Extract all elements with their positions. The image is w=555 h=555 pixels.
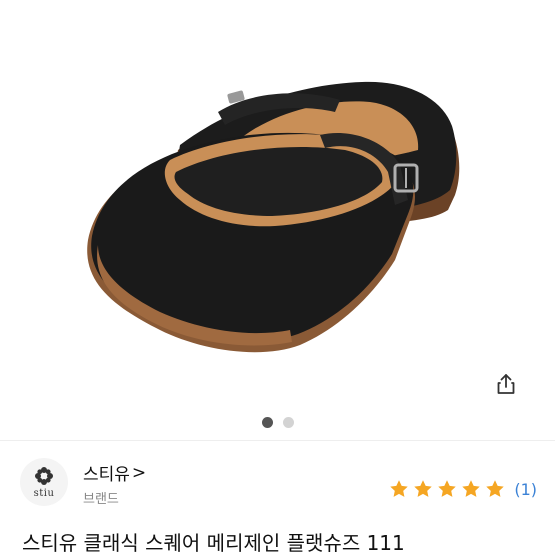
- front-shoe: [87, 132, 419, 353]
- brand-name: 스티유: [83, 465, 130, 485]
- section-divider: [0, 440, 555, 441]
- share-button[interactable]: [494, 372, 524, 402]
- product-title: 스티유 클래식 스퀘어 메리제인 플랫슈즈 111: [22, 531, 405, 555]
- review-count: (1): [514, 479, 537, 499]
- chevron-right-icon: >: [131, 462, 147, 483]
- brand-section: stiu 스티유 > 브랜드 (1): [0, 452, 555, 516]
- star-icon: [462, 480, 481, 497]
- product-image[interactable]: [0, 0, 555, 420]
- star-icon: [486, 480, 505, 497]
- image-carousel-indicator: [0, 417, 555, 428]
- carousel-dot-2[interactable]: [282, 417, 294, 428]
- mary-jane-shoes-image: [87, 81, 460, 353]
- rating-summary[interactable]: (1): [388, 478, 537, 500]
- star-icon: [438, 480, 457, 497]
- brand-type-label: 브랜드: [83, 492, 119, 507]
- share-icon: [497, 374, 515, 394]
- brand-logo-text: stiu: [33, 488, 55, 499]
- brand-name-link[interactable]: 스티유 >: [83, 460, 147, 486]
- star-icon: [390, 480, 409, 497]
- carousel-dot-1[interactable]: [261, 417, 273, 428]
- brand-emblem-icon: [35, 467, 53, 485]
- brand-logo[interactable]: stiu: [20, 458, 68, 506]
- star-icon: [414, 480, 433, 497]
